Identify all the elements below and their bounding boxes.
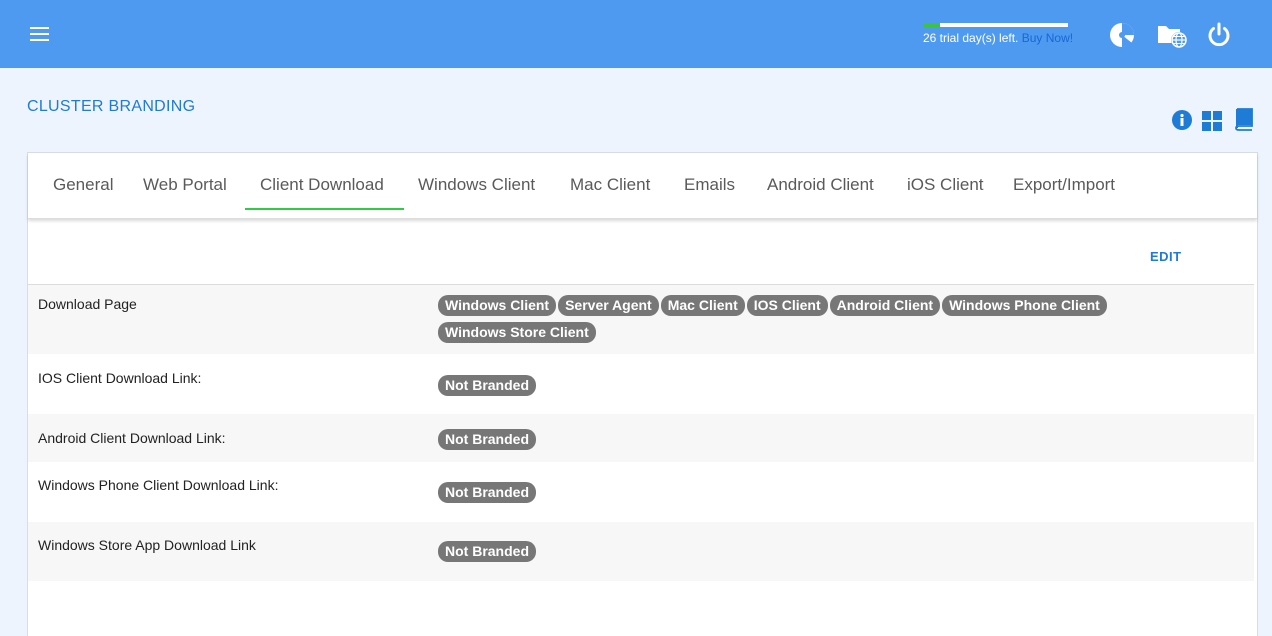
status-badge: Not Branded	[438, 375, 536, 396]
book-icon[interactable]	[1233, 107, 1255, 131]
status-badge: Mac Client	[660, 295, 745, 316]
badge-group: Not Branded	[438, 482, 1158, 509]
status-badge: Not Branded	[438, 482, 536, 503]
tab-ios-client[interactable]: iOS Client	[907, 175, 984, 195]
trial-status: 26 trial day(s) left. Buy Now!	[923, 23, 1073, 45]
tab-general[interactable]: General	[53, 175, 113, 195]
tab-mac-client[interactable]: Mac Client	[570, 175, 650, 195]
tab-emails[interactable]: Emails	[684, 175, 735, 195]
table-row: Windows Phone Client Download Link: Not …	[28, 462, 1254, 522]
row-label: Android Client Download Link:	[38, 430, 226, 446]
trial-text-line: 26 trial day(s) left. Buy Now!	[923, 31, 1073, 45]
trial-progress-fill	[923, 23, 941, 27]
table-row: Android Client Download Link: Not Brande…	[28, 414, 1254, 462]
trial-days-left: 26 trial day(s) left.	[923, 31, 1019, 45]
table-row: Windows Store App Download Link Not Bran…	[28, 522, 1254, 581]
active-tab-indicator	[245, 208, 404, 210]
trial-progress-bar	[923, 23, 1068, 27]
tab-client-download[interactable]: Client Download	[260, 175, 384, 195]
badge-group: Not Branded	[438, 375, 1158, 402]
top-bar: 26 trial day(s) left. Buy Now!	[0, 0, 1272, 68]
status-badge: Android Client	[829, 295, 941, 316]
tab-android-client[interactable]: Android Client	[767, 175, 874, 195]
badge-group: Not Branded	[438, 429, 1158, 456]
menu-icon[interactable]	[30, 27, 49, 42]
info-icon[interactable]	[1171, 109, 1193, 131]
tab-bar: General Web Portal Client Download Windo…	[28, 153, 1257, 219]
branding-card: General Web Portal Client Download Windo…	[27, 152, 1258, 636]
table-row: Download Page Windows Client Server Agent…	[28, 285, 1254, 354]
tab-export-import[interactable]: Export/Import	[1013, 175, 1115, 195]
tab-windows-client[interactable]: Windows Client	[418, 175, 535, 195]
power-icon[interactable]	[1205, 21, 1233, 49]
row-label: IOS Client Download Link:	[38, 370, 202, 386]
page-title: CLUSTER BRANDING	[27, 98, 196, 115]
file-manager-icon[interactable]	[1156, 21, 1190, 49]
table-row: IOS Client Download Link: Not Branded	[28, 354, 1254, 414]
status-badge: Windows Phone Client	[942, 295, 1107, 316]
status-badge: Windows Store Client	[438, 322, 596, 343]
badge-group: Windows Client Server Agent Mac Client IOS …	[438, 295, 1158, 349]
row-label: Windows Phone Client Download Link:	[38, 477, 279, 493]
status-badge: Server Agent	[558, 295, 659, 316]
tab-web-portal[interactable]: Web Portal	[143, 175, 227, 195]
status-badge: IOS Client	[746, 295, 828, 316]
status-badge: Not Branded	[438, 541, 536, 562]
row-label: Windows Store App Download Link	[38, 537, 256, 553]
row-label: Download Page	[38, 296, 137, 312]
badge-group: Not Branded	[438, 541, 1158, 568]
status-badge: Not Branded	[438, 429, 536, 450]
grid-icon[interactable]	[1201, 109, 1223, 131]
buy-now-link[interactable]: Buy Now!	[1022, 31, 1073, 45]
dashboard-icon[interactable]	[1108, 21, 1136, 49]
edit-button[interactable]: EDIT	[1150, 249, 1182, 264]
status-badge: Windows Client	[438, 295, 557, 316]
